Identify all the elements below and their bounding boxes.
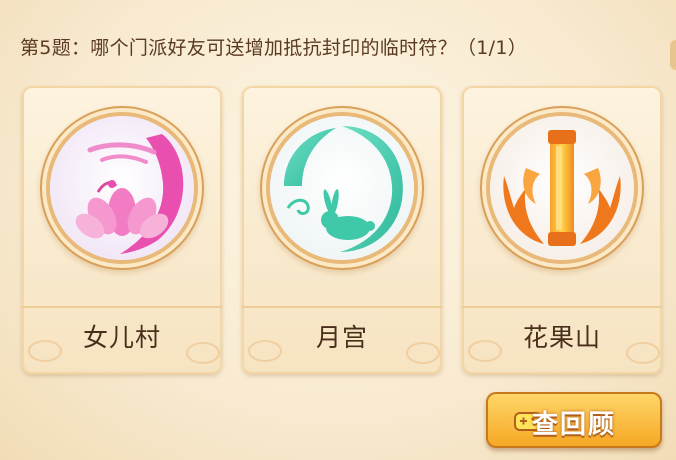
card-divider [22, 306, 222, 308]
lotus-emblem-icon [50, 116, 194, 260]
quiz-panel: 第5题：哪个门派好友可送增加抵抗封印的临时符？（1/1） 女儿村 月宫 花果山 … [0, 0, 676, 460]
option-card-huaguoshan[interactable]: 花果山 [462, 86, 662, 374]
review-button[interactable]: 查回顾 [486, 392, 662, 448]
option-label: 花果山 [522, 323, 601, 352]
option-card-nverc[interactable]: 女儿村 [22, 86, 222, 374]
option-card-yuegong[interactable]: 月宫 [242, 86, 442, 374]
question-text: 第5题：哪个门派好友可送增加抵抗封印的临时符？（1/1） [20, 37, 528, 59]
panel-edge [670, 40, 676, 70]
golden-staff-emblem-icon [490, 116, 634, 260]
option-label: 女儿村 [82, 323, 161, 352]
card-divider [462, 306, 662, 308]
moon-rabbit-emblem-icon [270, 116, 414, 260]
option-label: 月宫 [315, 323, 368, 352]
card-divider [242, 306, 442, 308]
review-button-label: 查回顾 [531, 410, 616, 440]
